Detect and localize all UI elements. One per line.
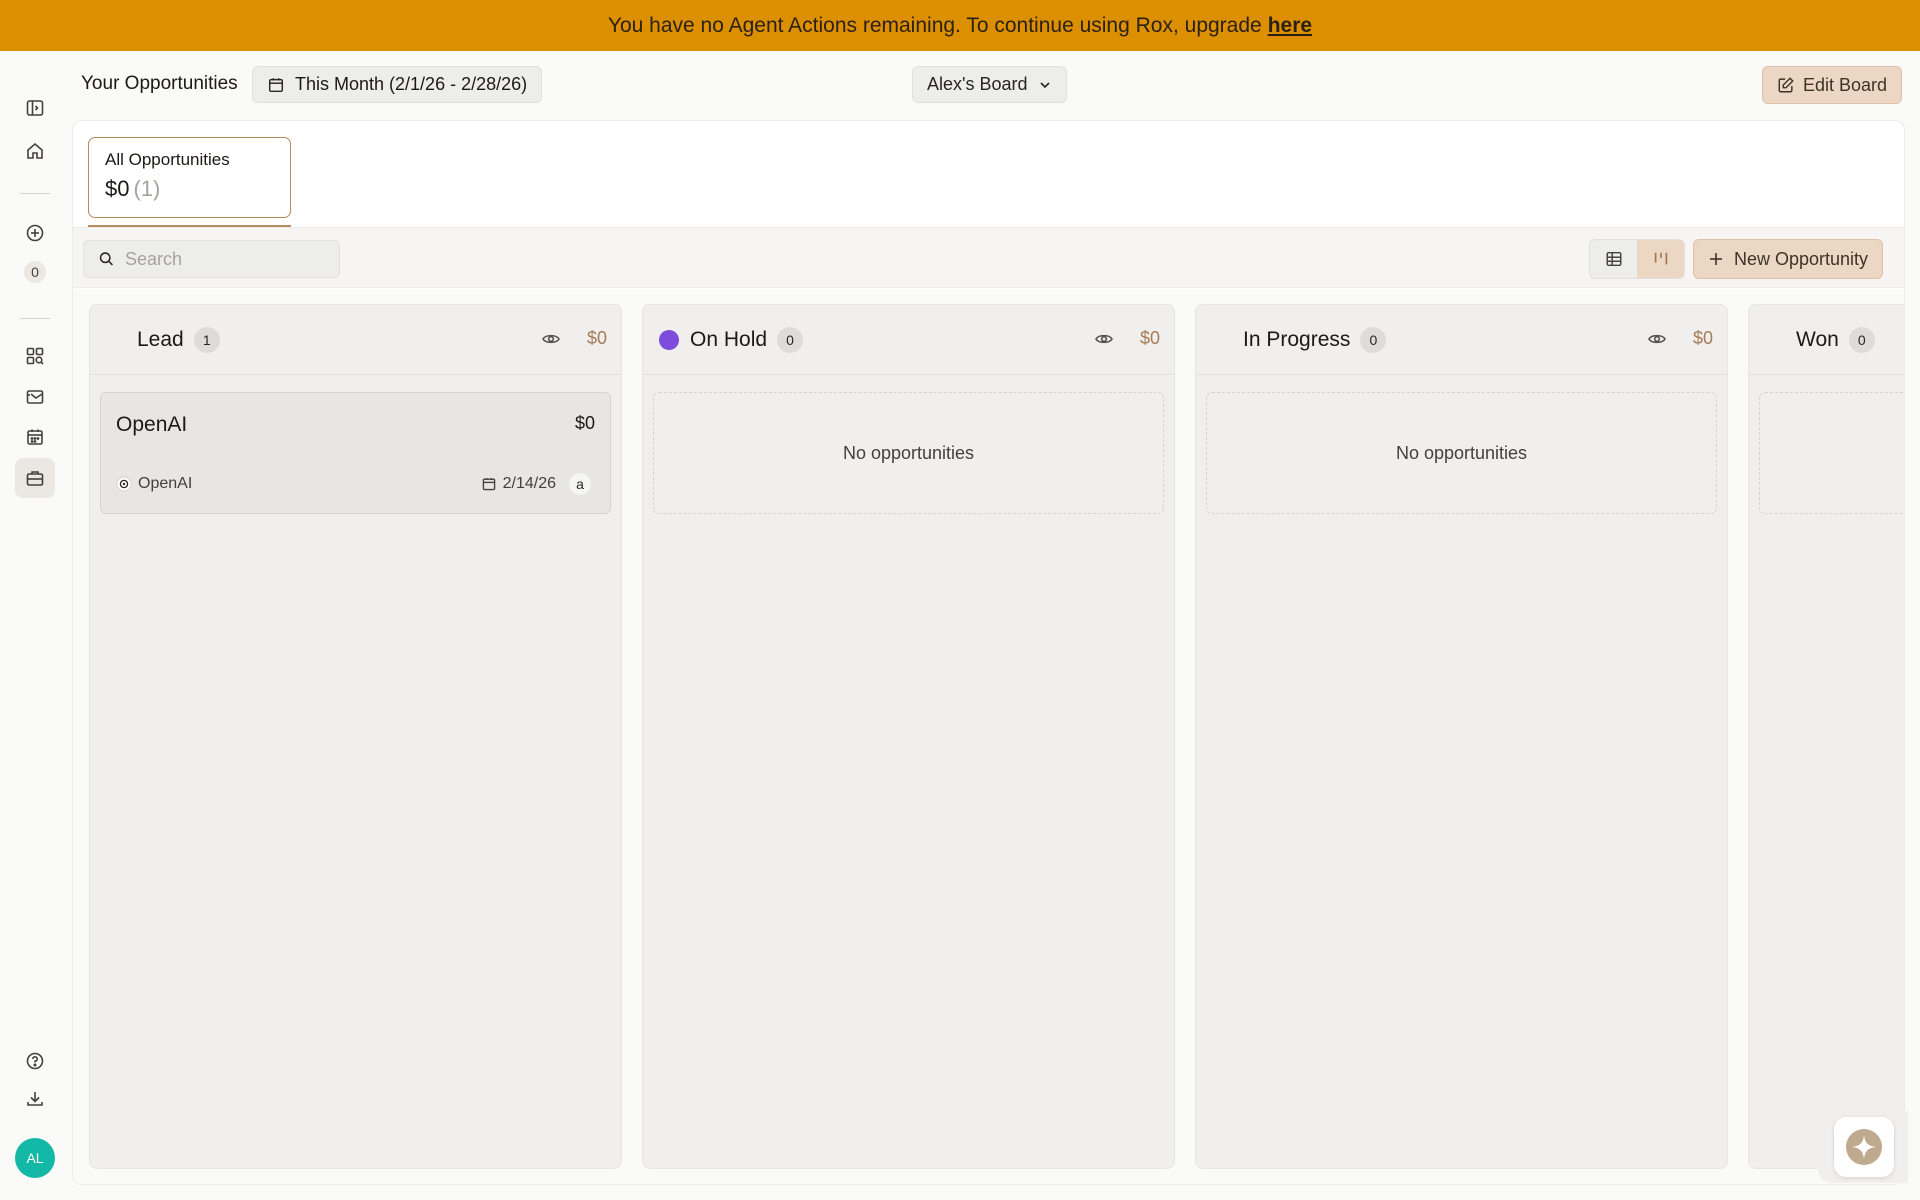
date-range-label: This Month (2/1/26 - 2/28/26): [295, 74, 528, 94]
owner-avatar[interactable]: a: [569, 473, 591, 495]
empty-state: [1759, 392, 1904, 514]
column-won: Won 0: [1748, 304, 1904, 1169]
calendar-icon: [268, 77, 284, 92]
add-circle-icon[interactable]: [15, 213, 55, 253]
calendar-icon: [482, 478, 495, 491]
summary-amount: $0: [105, 176, 130, 201]
column-count: 0: [777, 326, 804, 353]
column-count: 0: [1360, 326, 1387, 353]
search-icon: [99, 252, 113, 266]
column-in-progress: In Progress 0 $0 No opportunities: [1195, 304, 1728, 1169]
search-box[interactable]: [83, 240, 340, 278]
opportunities-panel: All Opportunities $0(1) New Opportunity …: [72, 120, 1905, 1185]
column-header: On Hold 0 $0: [643, 305, 1174, 375]
sidebar-divider: [20, 318, 50, 319]
column-header: Won 0: [1749, 305, 1904, 375]
sidebar: 0 AL: [0, 51, 70, 1200]
chevron-down-icon: [1039, 81, 1050, 88]
help-icon[interactable]: [15, 1041, 55, 1081]
board-toolbar: New Opportunity: [73, 228, 1904, 288]
date-range-button[interactable]: This Month (2/1/26 - 2/28/26): [252, 66, 543, 103]
column-header: Lead 1 $0: [90, 305, 621, 375]
openai-logo-icon: [116, 476, 132, 492]
eye-icon[interactable]: [541, 329, 561, 349]
dashboard-search-icon[interactable]: [15, 336, 55, 376]
column-lead: Lead 1 $0 OpenAI $0 OpenAI 2/14/26 a: [89, 304, 622, 1169]
column-title: Won: [1796, 327, 1839, 351]
column-count: 1: [193, 326, 220, 353]
edit-board-label: Edit Board: [1803, 74, 1888, 95]
inbox-icon[interactable]: [15, 377, 55, 417]
opportunity-company: OpenAI: [116, 475, 192, 493]
new-opportunity-label: New Opportunity: [1734, 248, 1869, 269]
summary-label: All Opportunities: [105, 150, 230, 169]
board-view-button[interactable]: [1637, 240, 1684, 278]
top-bar: Your Opportunities This Month (2/1/26 - …: [70, 51, 1920, 119]
sparkle-icon: [1834, 1117, 1894, 1177]
sidebar-toggle-icon[interactable]: [15, 88, 55, 128]
opportunity-amount: $0: [574, 413, 595, 433]
company-name: OpenAI: [138, 475, 193, 492]
kanban-icon: [1654, 252, 1667, 265]
column-amount: $0: [1139, 328, 1160, 348]
board-select[interactable]: Alex's Board: [912, 66, 1067, 103]
sidebar-divider: [20, 193, 50, 194]
column-on-hold: On Hold 0 $0 No opportunities: [642, 304, 1175, 1169]
search-input[interactable]: [125, 248, 325, 270]
empty-state: No opportunities: [1206, 392, 1717, 514]
close-date: 2/14/26: [502, 475, 556, 492]
empty-state: No opportunities: [653, 392, 1164, 514]
plus-icon: [1710, 253, 1722, 265]
summary-count: (1): [133, 176, 161, 201]
kanban-board: Lead 1 $0 OpenAI $0 OpenAI 2/14/26 a On …: [73, 289, 1904, 1184]
summary-card-all[interactable]: All Opportunities $0 (1): [88, 137, 291, 218]
summary-value: $0 (1): [105, 176, 274, 202]
action-counter: 0: [24, 261, 46, 283]
board-label: Alex's Board: [927, 74, 1028, 94]
status-dot: [659, 329, 679, 350]
edit-board-button[interactable]: Edit Board: [1762, 66, 1903, 104]
calendar-icon[interactable]: [15, 417, 55, 457]
new-opportunity-button[interactable]: New Opportunity: [1693, 239, 1884, 279]
column-title: In Progress: [1243, 327, 1351, 351]
table-view-button[interactable]: [1590, 240, 1637, 278]
upgrade-banner: You have no Agent Actions remaining. To …: [0, 0, 1920, 51]
download-icon[interactable]: [15, 1079, 55, 1119]
home-icon[interactable]: [15, 131, 55, 171]
column-amount: $0: [1692, 328, 1713, 348]
opportunity-date: 2/14/26: [481, 475, 556, 493]
page-title: Your Opportunities: [81, 73, 238, 94]
briefcase-icon[interactable]: [15, 458, 55, 498]
banner-message: You have no Agent Actions remaining. To …: [607, 13, 1262, 37]
upgrade-link[interactable]: here: [1268, 14, 1312, 38]
avatar[interactable]: AL: [15, 1138, 55, 1178]
edit-icon: [1778, 77, 1794, 93]
column-header: In Progress 0 $0: [1196, 305, 1727, 375]
column-count: 0: [1848, 326, 1875, 353]
column-title: On Hold: [690, 327, 768, 351]
opportunity-card[interactable]: OpenAI $0 OpenAI 2/14/26 a: [100, 392, 611, 514]
view-toggle: [1589, 239, 1685, 279]
eye-icon[interactable]: [1647, 329, 1667, 349]
eye-icon[interactable]: [1094, 329, 1114, 349]
column-amount: $0: [586, 328, 607, 348]
column-title: Lead: [137, 327, 184, 351]
table-icon: [1606, 251, 1621, 267]
ai-assistant-button[interactable]: [1818, 1111, 1908, 1183]
opportunity-name: OpenAI: [116, 413, 188, 436]
